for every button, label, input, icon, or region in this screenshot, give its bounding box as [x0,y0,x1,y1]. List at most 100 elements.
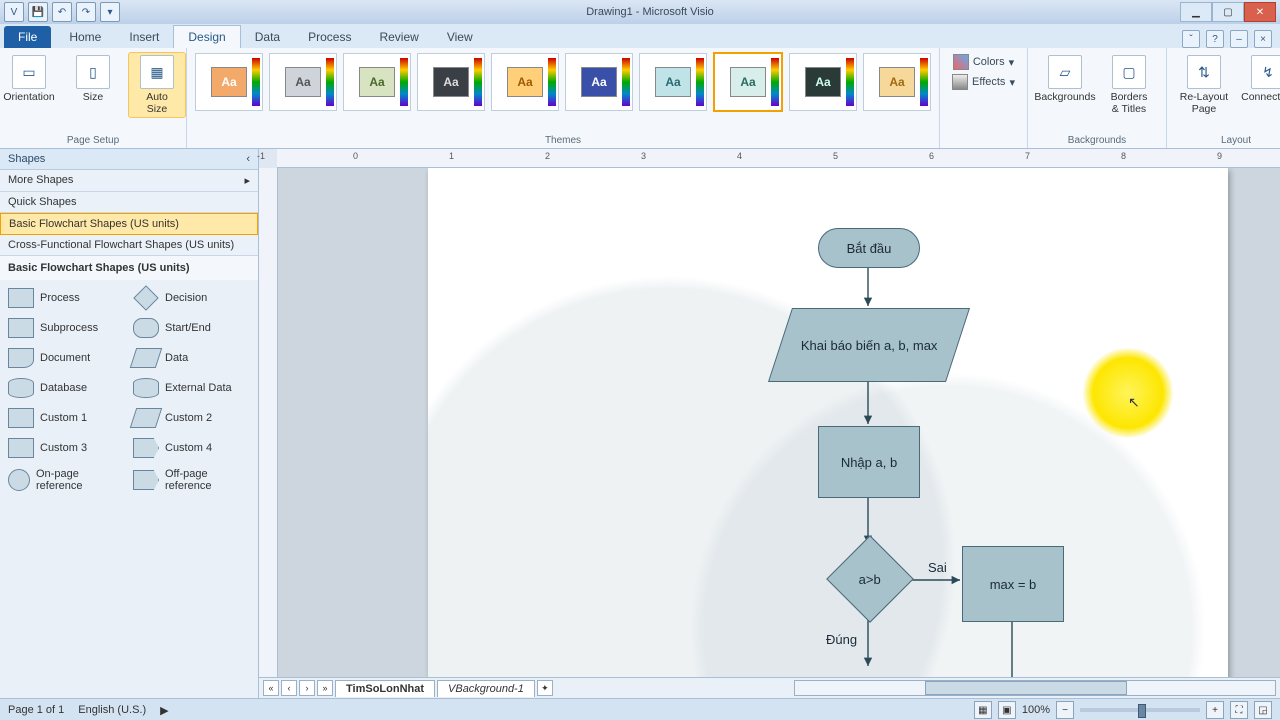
shape-database[interactable]: Database [6,376,127,400]
tab-view[interactable]: View [433,26,487,48]
tab-review[interactable]: Review [365,26,432,48]
flow-node-maxb[interactable]: max = b [962,546,1064,622]
group-backgrounds: ▱ Backgrounds ▢ Borders & Titles Backgro… [1028,48,1167,148]
scrollbar-thumb[interactable] [925,681,1127,695]
stencil-basic-flowchart[interactable]: Basic Flowchart Shapes (US units) [0,213,258,235]
zoom-slider-thumb[interactable] [1138,704,1146,718]
shape-label: Data [165,352,188,364]
shape-data[interactable]: Data [131,346,252,370]
flow-node-input[interactable]: Nhập a, b [818,426,920,498]
new-page-button[interactable]: ✦ [537,680,553,696]
shapes-pane-header: Shapes ‹ [0,149,258,170]
qat-save-button[interactable]: 💾 [28,2,48,22]
zoom-out-button[interactable]: − [1056,701,1074,719]
stencil-cross-functional[interactable]: Cross-Functional Flowchart Shapes (US un… [0,235,258,256]
tab-nav-next[interactable]: › [299,680,315,696]
theme-swatch-5[interactable]: Aa [565,53,633,111]
shape-icon [133,470,159,490]
fit-to-window-button[interactable]: ⛶ [1230,701,1248,719]
shape-custom-3[interactable]: Custom 3 [6,436,127,460]
ruler-horizontal: -1012345678910 [277,149,1280,168]
shape-document[interactable]: Document [6,346,127,370]
doc-window-minimize[interactable]: – [1230,30,1248,48]
tab-process[interactable]: Process [294,26,365,48]
shape-custom-2[interactable]: Custom 2 [131,406,252,430]
shape-label: Database [40,382,87,394]
theme-swatch-7[interactable]: Aa [713,52,783,112]
shape-external-data[interactable]: External Data [131,376,252,400]
relayout-button[interactable]: ⇅ Re-Layout Page [1175,52,1233,118]
shape-on-page-reference[interactable]: On-page reference [6,466,127,494]
zoom-in-button[interactable]: + [1206,701,1224,719]
theme-swatch-4[interactable]: Aa [491,53,559,111]
canvas[interactable]: Bắt đầu Khai báo biến a, b, max Nhập a, b a… [278,168,1280,677]
window-maximize-button[interactable]: ▢ [1212,2,1244,22]
group-title-layout: Layout [1221,135,1251,146]
theme-swatch-8[interactable]: Aa [789,53,857,111]
shapes-pane-collapse-icon[interactable]: ‹ [246,153,250,165]
shape-subprocess[interactable]: Subprocess [6,316,127,340]
theme-swatch-0[interactable]: Aa [195,53,263,111]
page-tabs: « ‹ › » TimSoLonNhat VBackground-1 ✦ [259,677,1280,698]
window-minimize-button[interactable]: ▁ [1180,2,1212,22]
title-bar: V 💾 ↶ ↷ ▾ Drawing1 - Microsoft Visio ▁ ▢… [0,0,1280,24]
tab-nav-first[interactable]: « [263,680,279,696]
tab-insert[interactable]: Insert [115,26,173,48]
connectors-icon: ↯ [1251,55,1280,89]
shape-process[interactable]: Process [6,286,127,310]
theme-swatch-3[interactable]: Aa [417,53,485,111]
qat-redo-button[interactable]: ↷ [76,2,96,22]
flow-node-decision[interactable]: a>b [826,535,914,623]
auto-size-button[interactable]: ▦ Auto Size [128,52,186,118]
flow-node-start[interactable]: Bắt đầu [818,228,920,268]
tab-design[interactable]: Design [173,25,240,48]
page-tab-active[interactable]: TimSoLonNhat [335,680,435,697]
shape-custom-4[interactable]: Custom 4 [131,436,252,460]
effects-dropdown[interactable]: Effects ▾ [948,72,1019,92]
horizontal-scrollbar[interactable] [794,680,1276,696]
shape-off-page-reference[interactable]: Off-page reference [131,466,252,494]
zoom-level[interactable]: 100% [1022,704,1050,716]
page-size-icon: ▯ [76,55,110,89]
shape-label: Off-page reference [165,468,250,492]
tab-home[interactable]: Home [55,26,115,48]
quick-shapes-section[interactable]: Quick Shapes [0,192,258,213]
more-shapes-menu[interactable]: More Shapes▸ [0,170,258,192]
language-indicator[interactable]: English (U.S.) [78,704,146,716]
shape-label: Decision [165,292,207,304]
borders-titles-button[interactable]: ▢ Borders & Titles [1100,52,1158,118]
shape-decision[interactable]: Decision [131,286,252,310]
connectors-button[interactable]: ↯ Connectors [1239,52,1280,106]
view-normal-icon[interactable]: ▦ [974,701,992,719]
window-close-button[interactable]: ✕ [1244,2,1276,22]
auto-size-icon: ▦ [140,55,174,89]
shape-start-end[interactable]: Start/End [131,316,252,340]
pan-zoom-button[interactable]: ◲ [1254,701,1272,719]
backgrounds-button[interactable]: ▱ Backgrounds [1036,52,1094,106]
macro-record-icon[interactable]: ▶ [160,704,168,717]
page-tab-background[interactable]: VBackground-1 [437,680,535,697]
theme-swatch-1[interactable]: Aa [269,53,337,111]
help-icon[interactable]: ? [1206,30,1224,48]
tab-file[interactable]: File [4,26,51,48]
tab-data[interactable]: Data [241,26,294,48]
doc-window-close[interactable]: × [1254,30,1272,48]
tab-nav-last[interactable]: » [317,680,333,696]
app-icon[interactable]: V [4,2,24,22]
ribbon-minimize-icon[interactable]: ˇ [1182,30,1200,48]
colors-dropdown[interactable]: Colors ▾ [949,52,1018,72]
theme-swatch-2[interactable]: Aa [343,53,411,111]
zoom-slider[interactable] [1080,708,1200,712]
view-fullscreen-icon[interactable]: ▣ [998,701,1016,719]
shape-custom-1[interactable]: Custom 1 [6,406,127,430]
orientation-button[interactable]: ▭ Orientation [0,52,58,106]
tab-nav-prev[interactable]: ‹ [281,680,297,696]
size-button[interactable]: ▯ Size [64,52,122,106]
zoom-controls: ▦ ▣ 100% − + ⛶ ◲ [974,701,1272,719]
qat-undo-button[interactable]: ↶ [52,2,72,22]
theme-swatch-9[interactable]: Aa [863,53,931,111]
status-bar: Page 1 of 1 English (U.S.) ▶ ▦ ▣ 100% − … [0,698,1280,720]
qat-customize[interactable]: ▾ [100,2,120,22]
flow-node-declare[interactable]: Khai báo biến a, b, max [768,308,970,382]
theme-swatch-6[interactable]: Aa [639,53,707,111]
